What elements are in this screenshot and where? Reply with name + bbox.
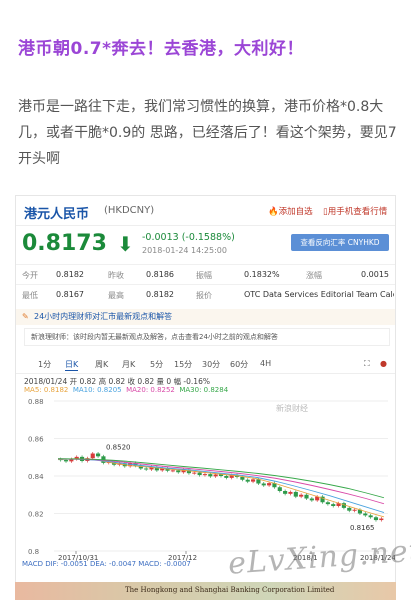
candle-body <box>63 460 69 462</box>
candle-body <box>90 453 95 459</box>
candle-body <box>245 479 250 482</box>
candle-body <box>240 476 245 480</box>
banknote-image: The Hongkong and Shanghai Banking Corpor… <box>15 582 396 600</box>
y-tick-label: 0.82 <box>28 511 44 519</box>
candle-body <box>267 483 272 486</box>
candle-body <box>197 472 202 476</box>
y-tick-label: 0.84 <box>28 473 44 481</box>
candle-body <box>192 472 197 474</box>
candle-body <box>299 494 304 497</box>
candle-body <box>363 513 368 516</box>
candle-body <box>256 479 261 484</box>
ma-line-ma5 <box>57 458 385 518</box>
candle-body <box>170 470 175 472</box>
candle-body <box>304 494 309 499</box>
candle-body <box>176 470 181 473</box>
candle-body <box>224 476 229 478</box>
article-title: 港币朝0.7*奔去！去香港，大利好！ <box>18 39 305 59</box>
candle-body <box>261 483 266 486</box>
candle-body <box>373 517 379 521</box>
candle-body <box>368 515 373 518</box>
ma-line-ma30 <box>57 458 385 499</box>
candle-body <box>331 504 336 506</box>
article-paragraph: 港币是一路往下走，我们常习惯性的换算，港币价格*0.8大几，或者干脆*0.9的 … <box>18 99 397 167</box>
high-annotation: 0.8520 <box>106 444 131 452</box>
sina-watermark: 新浪财经 <box>276 403 308 413</box>
macd-readout: MACD DIF: -0.0051 DEA: -0.0047 MACD: -0.… <box>22 560 191 568</box>
y-tick-label: 0.86 <box>28 436 44 444</box>
banknote-text: The Hongkong and Shanghai Banking Corpor… <box>125 586 335 594</box>
candle-body <box>293 491 298 497</box>
candle-body <box>144 468 149 470</box>
candle-body <box>277 487 282 491</box>
candle-body <box>379 518 384 521</box>
candle-body <box>96 453 101 457</box>
candle-body <box>309 498 314 501</box>
candle-body <box>202 474 208 476</box>
candle-body <box>347 507 352 511</box>
y-tick-label: 0.88 <box>28 398 44 406</box>
candle-body <box>288 491 293 494</box>
candle-body <box>208 474 213 477</box>
candle-body <box>325 502 330 505</box>
candle-body <box>250 479 256 482</box>
candle-body <box>283 491 288 494</box>
y-tick-label: 0.8 <box>28 548 39 556</box>
low-annotation: 0.8165 <box>350 524 375 532</box>
candle-body <box>213 474 218 477</box>
candle-body <box>352 509 357 511</box>
